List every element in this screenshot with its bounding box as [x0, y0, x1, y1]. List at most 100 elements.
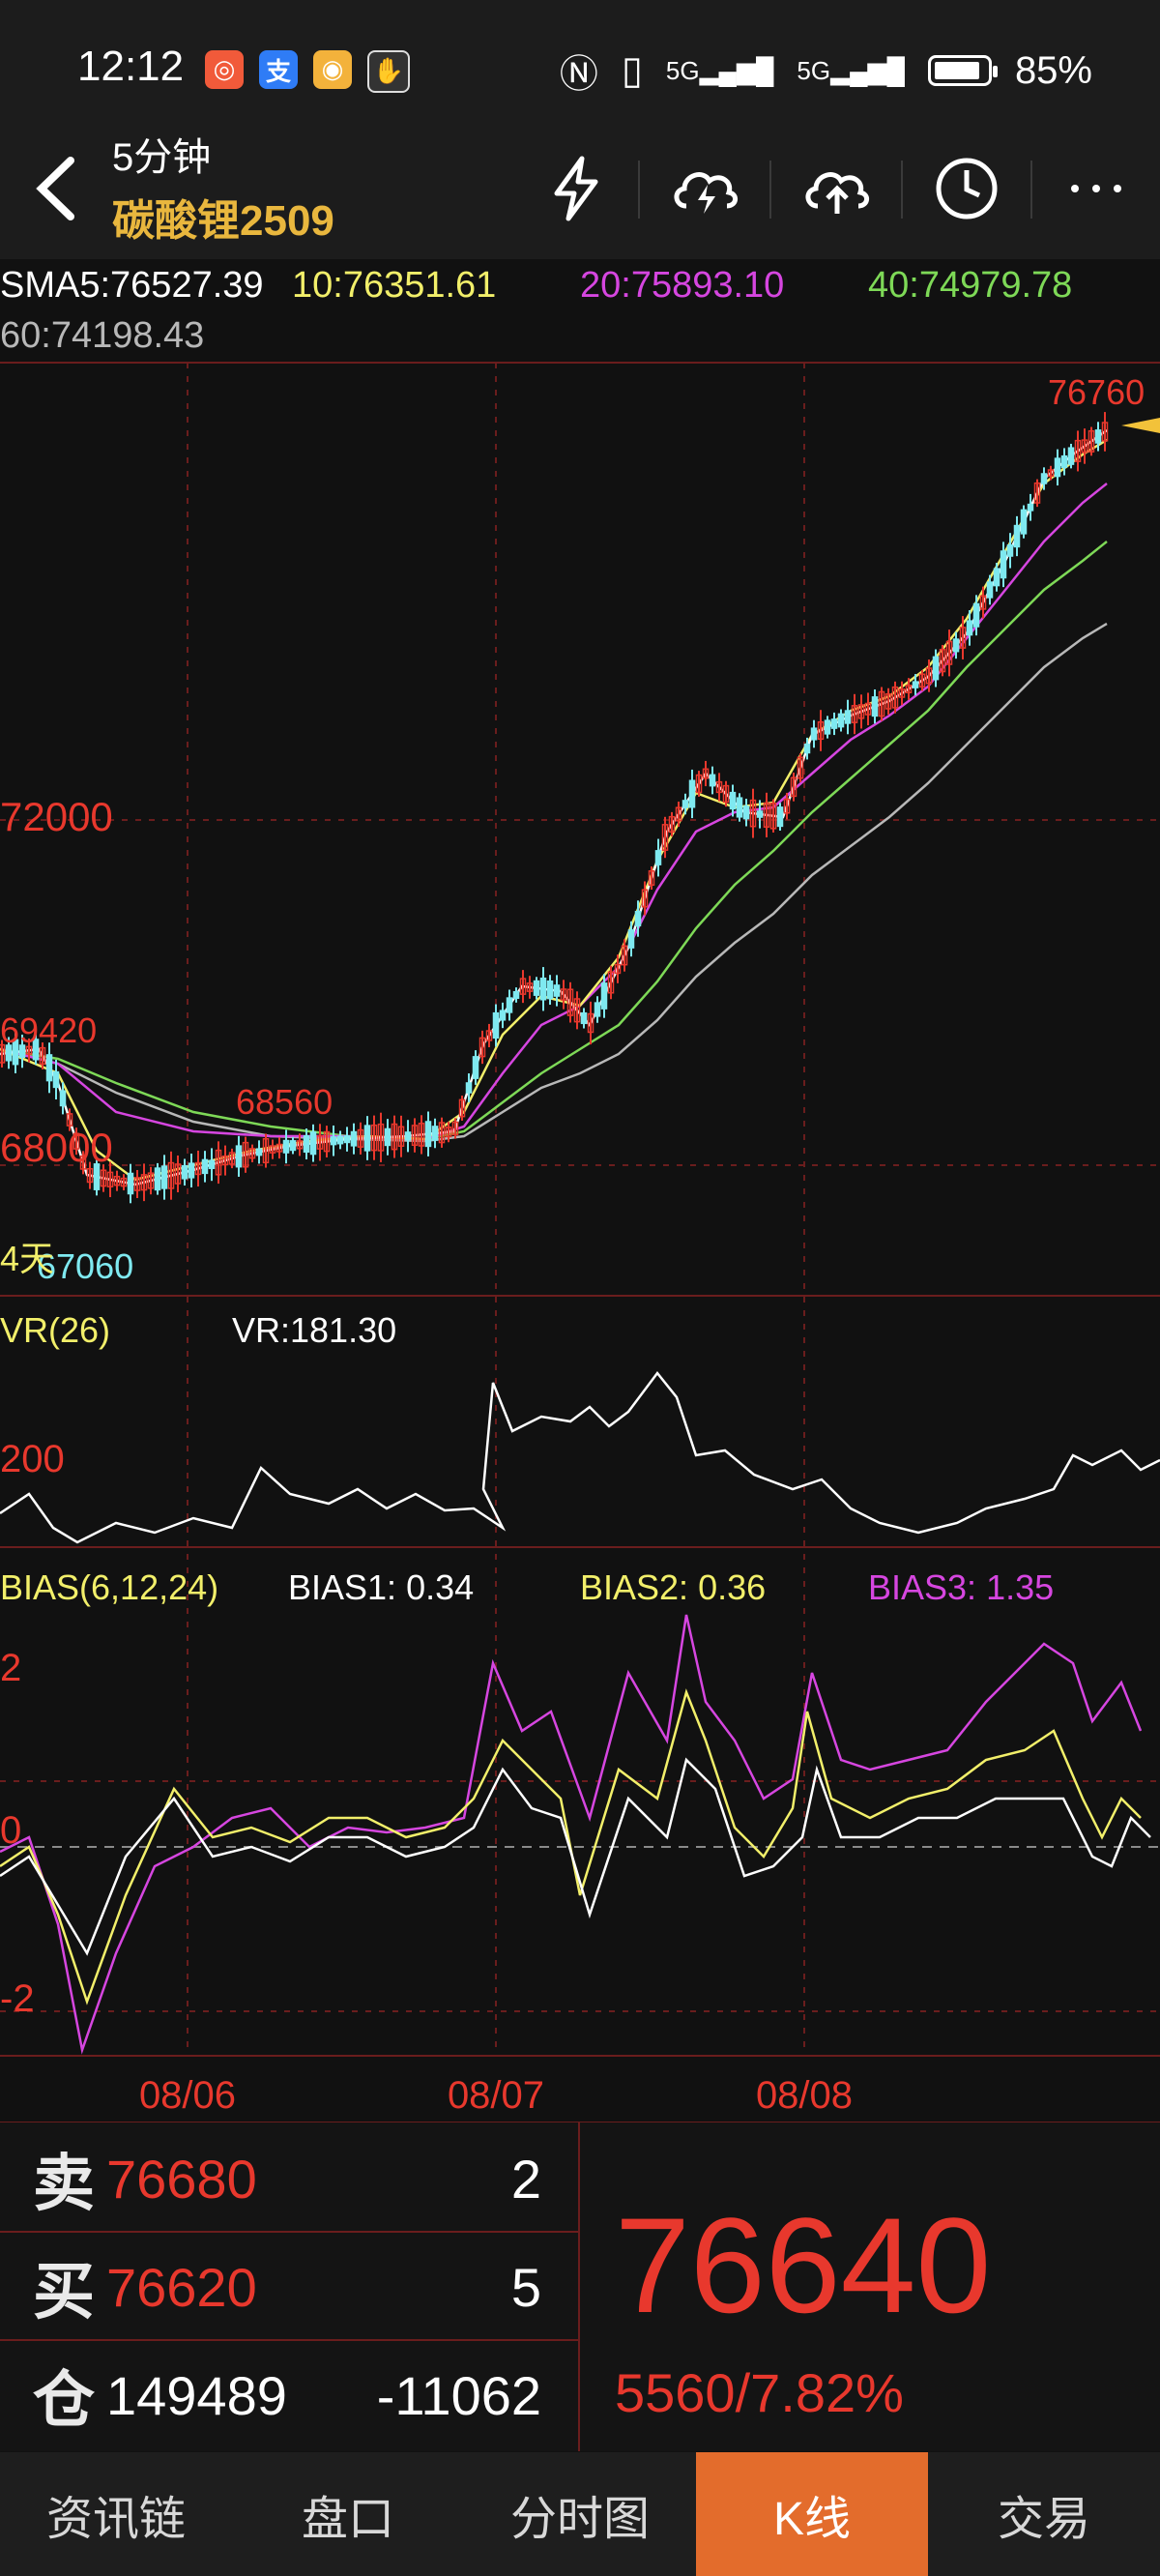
candle-body	[837, 713, 845, 728]
candle-body	[682, 800, 689, 808]
buy-label: 买	[33, 2257, 95, 2327]
candle-body	[154, 1167, 161, 1191]
candle-body	[1006, 543, 1014, 557]
candle-body	[1000, 550, 1007, 579]
tool-separator	[638, 161, 640, 219]
chart-grid	[0, 362, 1160, 2122]
date-label-3: 08/08	[756, 2074, 853, 2117]
candle-body	[1094, 429, 1102, 444]
more-icon	[1071, 185, 1121, 192]
ma-lines	[0, 428, 1108, 1186]
cloud-flash-icon	[674, 172, 738, 214]
candle-body	[255, 1148, 263, 1156]
candle-body	[844, 710, 852, 724]
buy-volume: 5	[510, 2256, 541, 2318]
candle-body	[52, 1070, 60, 1089]
candle-body	[201, 1158, 209, 1175]
tab-intraday[interactable]: 分时图	[464, 2452, 696, 2576]
candle-body	[384, 1127, 392, 1147]
candle-body	[282, 1139, 290, 1154]
price-change: 5560/7.82%	[615, 2362, 904, 2423]
candle-body	[729, 791, 737, 810]
ma40-line	[0, 541, 1108, 1141]
sell-row[interactable]: 卖 76680 2	[0, 2124, 580, 2233]
days-label: 4天	[0, 1239, 54, 1278]
candles	[0, 412, 1109, 1204]
candle-body	[1060, 454, 1068, 469]
ma20-line	[0, 483, 1108, 1141]
vibrate-icon: ▯	[621, 49, 643, 92]
more-button[interactable]	[1048, 145, 1145, 232]
tool-separator	[769, 161, 771, 219]
candle-body	[824, 719, 831, 735]
date-label-2: 08/07	[448, 2074, 544, 2117]
candle-body	[188, 1162, 195, 1179]
price-mark-69420: 69420	[0, 1010, 97, 1050]
kline-chart[interactable]: 72000 68000 76760 69420 68560 67060 4天 V…	[0, 358, 1160, 2122]
candle-body	[594, 1002, 601, 1017]
sell-price: 76680	[106, 2148, 257, 2210]
ma20-label: 20:75893.10	[580, 265, 785, 306]
gesture-icon: ✋	[367, 50, 410, 93]
signal-5g-icon-2: 5G▂▄▆█	[797, 55, 905, 85]
candle-body	[993, 568, 1000, 587]
tab-order-book[interactable]: 盘口	[232, 2452, 464, 2576]
candle-body	[776, 806, 784, 828]
candle-body	[472, 1056, 479, 1079]
weibo-icon: ◉	[313, 50, 352, 89]
candle-body	[127, 1172, 134, 1195]
candle-body	[289, 1140, 297, 1152]
tab-trade[interactable]: 交易	[928, 2452, 1160, 2576]
candle-body	[303, 1135, 310, 1154]
candle-body	[932, 656, 940, 681]
candle-body	[533, 980, 540, 996]
sell-label: 卖	[33, 2149, 95, 2218]
notification-app-icon: ◎	[205, 50, 244, 89]
cloud-flash-button[interactable]	[657, 145, 754, 232]
candle-body	[736, 797, 743, 818]
tab-news-chain[interactable]: 资讯链	[0, 2452, 232, 2576]
candle-body	[350, 1130, 358, 1147]
ma60-label: 60:74198.43	[0, 315, 205, 356]
tab-kline[interactable]: K线	[696, 2452, 928, 2576]
last-price: 76640	[615, 2189, 992, 2341]
candle-body	[1020, 509, 1028, 535]
price-level-72000: 72000	[0, 794, 113, 839]
ma5-line	[0, 428, 1108, 1186]
buy-price: 76620	[106, 2256, 257, 2318]
tool-separator	[901, 161, 903, 219]
ma60-line	[0, 622, 1108, 1143]
candle-body	[972, 602, 980, 628]
candle-body	[952, 638, 960, 653]
cloud-upload-button[interactable]	[789, 145, 885, 232]
cloud-upload-icon	[805, 172, 869, 214]
candle-body	[235, 1145, 243, 1168]
candle-body	[1040, 473, 1048, 484]
candle-body	[553, 984, 561, 997]
candle-body	[465, 1082, 473, 1094]
contract-name: 碳酸锂2509	[112, 197, 334, 245]
back-arrow-icon	[36, 157, 74, 220]
candle-body	[181, 1164, 188, 1180]
ma5-label: SMA5:76527.39	[0, 265, 264, 306]
battery-percent: 85%	[1014, 48, 1092, 92]
clock-icon	[936, 158, 998, 220]
clock-button[interactable]	[918, 145, 1015, 232]
bottom-tab-bar: 资讯链 盘口 分时图 K线 交易	[0, 2452, 1160, 2576]
price-level-68000: 68000	[0, 1125, 113, 1170]
buy-row[interactable]: 买 76620 5	[0, 2233, 580, 2341]
candle-body	[59, 1090, 67, 1107]
candle-body	[688, 779, 696, 808]
flash-button[interactable]	[528, 145, 624, 232]
candle-body	[1054, 457, 1061, 478]
back-button[interactable]	[27, 145, 85, 232]
oi-value: 149489	[106, 2364, 287, 2426]
period-label: 5分钟	[112, 136, 212, 179]
bias-lines	[0, 1614, 1151, 2055]
battery-icon	[927, 55, 998, 86]
candle-body	[363, 1125, 371, 1152]
open-interest-row: 仓 149489 -11062	[0, 2341, 580, 2449]
candle-body	[309, 1131, 317, 1156]
tool-separator	[1030, 161, 1032, 219]
candle-body	[654, 850, 662, 865]
